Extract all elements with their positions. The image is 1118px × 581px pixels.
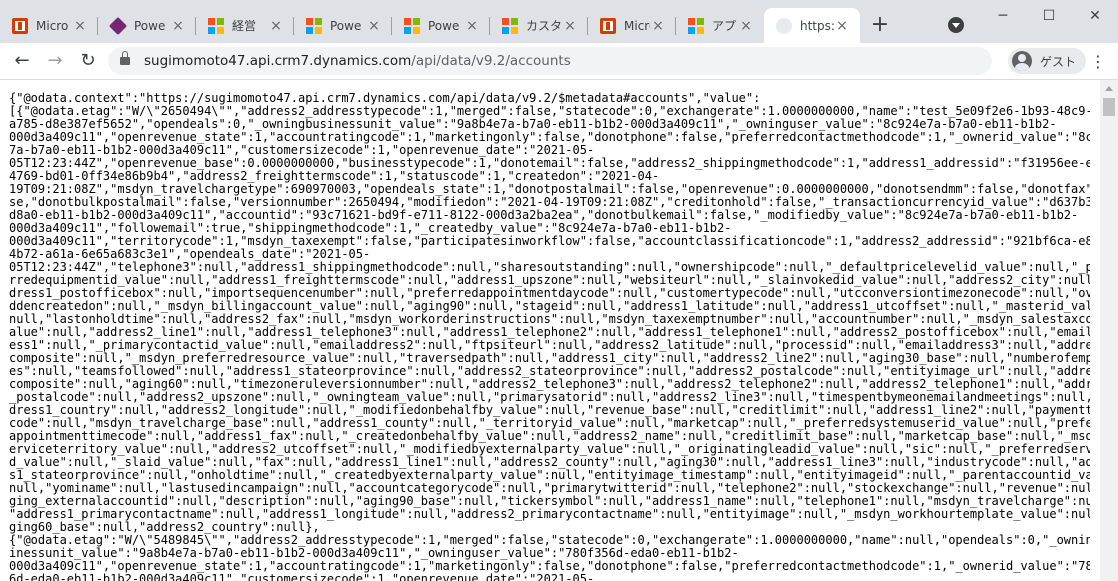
tab-strip: Micro×Powe×経営×Powe×Powe×カスタ×Micro×アプリ×ht… bbox=[0, 0, 1118, 43]
browser-tab[interactable]: アプリ× bbox=[676, 8, 764, 43]
json-line: ging60_base":null,"address2_country":nul… bbox=[9, 521, 320, 534]
json-line: ess1":null,"_primarycontactid_value":nul… bbox=[9, 339, 1090, 352]
new-tab-button[interactable]: + bbox=[868, 14, 892, 38]
tab-close-icon[interactable]: × bbox=[268, 18, 284, 34]
microsoft-icon bbox=[208, 17, 224, 34]
json-line: d8a0-eb11-b1b2-000d3a409c11","accountid"… bbox=[9, 209, 1079, 222]
json-line: null,"yominame":null,"lastusedincampaign… bbox=[9, 482, 1090, 495]
office-icon bbox=[600, 17, 616, 34]
json-line: ging_externalaccountid":null,"descriptio… bbox=[9, 495, 1090, 508]
json-line: 4769-bd01-0ff34e86b9b4","address2_freigh… bbox=[9, 170, 660, 183]
close-window-button[interactable]: ✕ bbox=[1072, 0, 1118, 32]
browser-toolbar: ← → ↻ sugimomoto47.api.crm7.dynamics.com… bbox=[0, 43, 1118, 80]
json-line: composite":null,"aging60":null,"timezone… bbox=[9, 378, 1090, 391]
browser-tab[interactable]: Micro× bbox=[0, 8, 98, 43]
json-line: 4b72-a61a-6e65a683c3e1","opendeals_date"… bbox=[9, 248, 371, 261]
forward-button[interactable]: → bbox=[43, 49, 67, 73]
json-line: erviceterritory_value":null,"address2_ut… bbox=[9, 443, 1090, 456]
json-line: inessunit_value":"9a8b4e7a-b7a0-eb11-b1b… bbox=[9, 547, 739, 560]
browser-tab[interactable]: カスタ × bbox=[490, 8, 588, 43]
tab-search-icon[interactable] bbox=[948, 17, 964, 33]
microsoft-icon bbox=[688, 17, 704, 34]
profile-button[interactable]: ゲスト bbox=[1008, 48, 1087, 74]
tab-close-icon[interactable]: × bbox=[72, 18, 88, 34]
json-line: se,"donotbulkpostalmail":false,"versionn… bbox=[9, 196, 1090, 209]
json-line: 000d3a409c11","openrevenue_state":1,"acc… bbox=[9, 131, 1090, 144]
browser-tab[interactable]: Powe × bbox=[98, 8, 196, 43]
url-path: /api/data/v9.2/accounts bbox=[411, 53, 571, 69]
json-line: alue":null,"address2_line1":null,"addres… bbox=[9, 326, 1090, 339]
json-line: "address1_primarycontactname":null,"addr… bbox=[9, 508, 1090, 521]
json-line: a785-d8e387ef5652","opendeals":0,"_ownin… bbox=[9, 118, 1057, 131]
json-line: 05T12:23:44Z","openrevenue_base":0.00000… bbox=[9, 157, 1090, 170]
json-line: {"@odata.etag":"W/\"5489845\"","address2… bbox=[9, 534, 1090, 547]
tab-close-icon[interactable]: × bbox=[562, 18, 578, 34]
url-host: sugimomoto47.api.crm7.dynamics.com bbox=[144, 53, 412, 69]
json-line: _postalcode":null,"address2_upszone":nul… bbox=[9, 391, 1090, 404]
microsoft-icon bbox=[306, 17, 322, 34]
tab-title: https: bbox=[800, 18, 834, 33]
browser-tab[interactable]: Micro× bbox=[588, 8, 676, 43]
browser-tab[interactable]: Powe × bbox=[294, 8, 392, 43]
profile-label: ゲスト bbox=[1040, 54, 1077, 69]
json-line: 05T12:23:44Z","telephone3":null,"address… bbox=[9, 261, 1090, 274]
json-line: 000d3a409c11","openrevenue_state":1,"acc… bbox=[9, 560, 1090, 573]
minimize-button[interactable]: ─ bbox=[980, 0, 1026, 32]
json-line: 6d-eda0-eb11-b1b2-000d3a409c11","custome… bbox=[9, 573, 595, 581]
tab-close-icon[interactable]: × bbox=[170, 18, 186, 34]
json-line: [{"@odata.etag":"W/\"2650494\"","address… bbox=[9, 105, 1090, 118]
back-button[interactable]: ← bbox=[10, 49, 34, 73]
vertical-scrollbar[interactable] bbox=[1100, 80, 1118, 581]
json-line: appointmenttimecode":null,"address1_fax"… bbox=[9, 430, 1090, 443]
tab-close-icon[interactable]: × bbox=[834, 18, 850, 34]
maximize-button[interactable]: ☐ bbox=[1026, 0, 1072, 32]
guest-avatar-icon bbox=[1012, 51, 1032, 71]
microsoft-icon bbox=[404, 17, 420, 34]
json-line: 000d3a409c11","followemail":true,"shippi… bbox=[9, 222, 732, 235]
json-line: code":null,"msdyn_travelcharge_base":nul… bbox=[9, 417, 1090, 430]
json-line: d_value":null,"_slaid_value":null,"fax":… bbox=[9, 456, 1090, 469]
tab-close-icon[interactable]: × bbox=[650, 18, 666, 34]
browser-tab[interactable]: 経営 × bbox=[196, 8, 294, 43]
tab-title: Micro bbox=[36, 18, 69, 33]
power-apps-icon bbox=[108, 16, 128, 35]
json-line: composite":null,"_msdyn_preferredresourc… bbox=[9, 352, 1090, 365]
browser-tab[interactable]: Powe × bbox=[392, 8, 490, 43]
json-line: rredequipmentid_value":null,"address1_fr… bbox=[9, 274, 1090, 287]
lock-icon[interactable] bbox=[120, 51, 130, 65]
json-line: ddencreatedon":null,"_msdyn_billingaccou… bbox=[9, 300, 1090, 313]
microsoft-icon bbox=[502, 17, 518, 34]
tab-title: Powe bbox=[134, 18, 166, 33]
scrollbar-thumb[interactable] bbox=[1103, 98, 1115, 116]
more-menu-icon[interactable]: ⋮ bbox=[1090, 53, 1106, 71]
json-line: es":null,"teamsfollowed":null,"address1_… bbox=[9, 365, 1090, 378]
json-line: dress1_country":null,"address2_longitude… bbox=[9, 404, 1090, 417]
page-content: {"@odata.context":"https://sugimomoto47.… bbox=[0, 80, 1100, 581]
tab-title: Micro bbox=[624, 18, 650, 33]
tab-title: カスタ bbox=[526, 19, 562, 33]
json-line: 000d3a409c11","territorycode":1,"msdyn_t… bbox=[9, 235, 1090, 248]
address-bar[interactable]: sugimomoto47.api.crm7.dynamics.com/api/d… bbox=[108, 47, 992, 75]
tab-close-icon[interactable]: × bbox=[464, 18, 480, 34]
tab-close-icon[interactable]: × bbox=[366, 18, 382, 34]
blank-page-icon bbox=[776, 17, 792, 34]
url-text[interactable]: sugimomoto47.api.crm7.dynamics.com/api/d… bbox=[144, 53, 571, 69]
json-line: null,"lastonholdtime":null,"address2_fax… bbox=[9, 313, 1090, 326]
reload-button[interactable]: ↻ bbox=[76, 49, 100, 73]
json-response-text: {"@odata.context":"https://sugimomoto47.… bbox=[9, 92, 1090, 581]
tab-title: 経営 bbox=[232, 19, 257, 33]
json-line: 19T09:21:08Z","msdyn_travelchargetype":6… bbox=[9, 183, 1090, 196]
tab-title: アプリ bbox=[712, 19, 738, 33]
json-line: 7a-b7a0-eb11-b1b2-000d3a409c11","custome… bbox=[9, 144, 595, 157]
office-icon bbox=[12, 17, 28, 34]
json-line: dress1_postofficebox":null,"importsequen… bbox=[9, 287, 1090, 300]
tab-title: Powe bbox=[428, 18, 460, 33]
json-line: s1_stateorprovince":null,"onholdtime":nu… bbox=[9, 469, 1090, 482]
browser-tab[interactable]: https: × bbox=[764, 8, 860, 43]
tab-title: Powe bbox=[330, 18, 362, 33]
scroll-up-arrow-icon[interactable] bbox=[1105, 86, 1113, 91]
json-line: {"@odata.context":"https://sugimomoto47.… bbox=[9, 92, 761, 105]
tab-close-icon[interactable]: × bbox=[738, 18, 754, 34]
